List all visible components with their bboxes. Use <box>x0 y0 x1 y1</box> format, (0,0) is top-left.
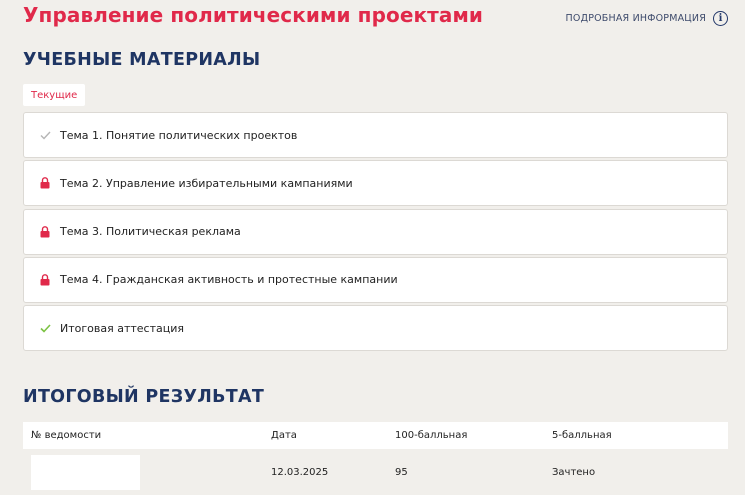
topic-label: Тема 4. Гражданская активность и протест… <box>60 273 398 287</box>
score-5-cell: Зачтено <box>552 466 596 478</box>
column-header-statement: № ведомости <box>31 430 102 441</box>
lock-icon <box>38 176 52 190</box>
results-table: № ведомости Дата 100-балльная 5-балльная… <box>23 422 728 495</box>
score-100-cell: 95 <box>395 466 408 478</box>
info-icon[interactable]: i <box>713 11 728 26</box>
materials-list: Тема 1. Понятие политических проектов Те… <box>23 112 728 353</box>
details-link-label: ПОДРОБНАЯ ИНФОРМАЦИЯ <box>565 13 706 24</box>
lock-icon <box>38 225 52 239</box>
topic-label: Итоговая аттестация <box>60 321 184 335</box>
lock-icon <box>38 273 52 287</box>
tab-current[interactable]: Текущие <box>23 84 86 106</box>
column-header-score-5: 5-балльная <box>552 430 612 441</box>
check-icon <box>38 128 52 142</box>
date-cell: 12.03.2025 <box>271 466 329 478</box>
statement-number-cell <box>23 454 271 490</box>
topic-item[interactable]: Тема 3. Политическая реклама <box>23 208 728 255</box>
topic-label: Тема 1. Понятие политических проектов <box>60 128 298 142</box>
table-header: № ведомости Дата 100-балльная 5-балльная <box>23 422 728 449</box>
topic-item[interactable]: Итоговая аттестация <box>23 305 728 352</box>
table-row: 12.03.2025 95 Зачтено <box>23 449 728 495</box>
materials-heading: УЧЕБНЫЕ МАТЕРИАЛЫ <box>23 50 261 70</box>
page-title: Управление политическими проектами <box>23 3 484 27</box>
topic-label: Тема 3. Политическая реклама <box>60 225 241 239</box>
check-icon <box>38 321 52 335</box>
details-link[interactable]: ПОДРОБНАЯ ИНФОРМАЦИЯ i <box>566 11 728 26</box>
results-heading: ИТОГОВЫЙ РЕЗУЛЬТАТ <box>23 387 265 407</box>
column-header-score-100: 100-балльная <box>395 430 468 441</box>
topic-item[interactable]: Тема 1. Понятие политических проектов <box>23 112 728 158</box>
statement-number <box>31 454 140 490</box>
topic-label: Тема 2. Управление избирательными кампан… <box>60 176 353 190</box>
column-header-date: Дата <box>271 430 297 441</box>
topic-item[interactable]: Тема 4. Гражданская активность и протест… <box>23 256 728 303</box>
topic-item[interactable]: Тема 2. Управление избирательными кампан… <box>23 160 728 207</box>
